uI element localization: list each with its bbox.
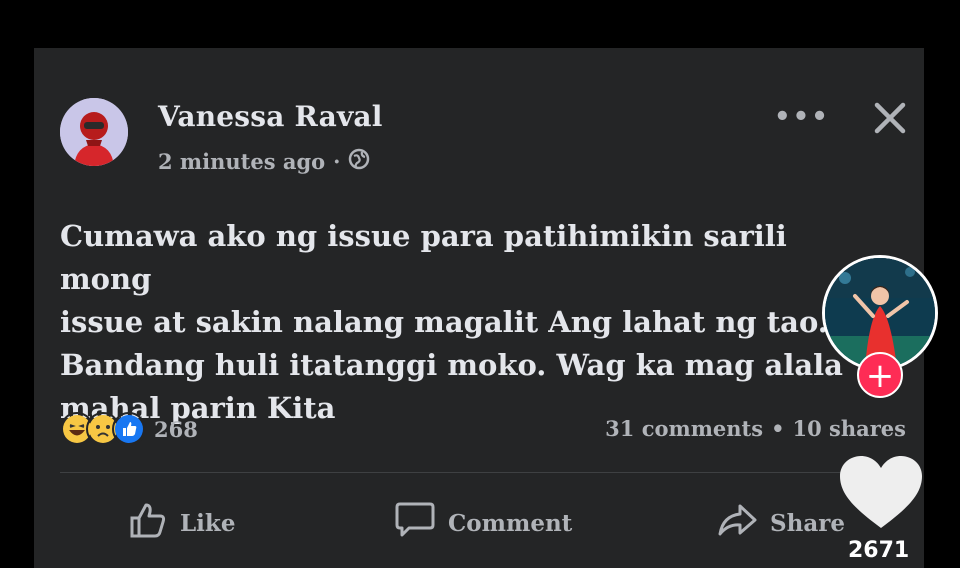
reaction-count: 268 xyxy=(154,416,198,442)
post-text-line: Bandang huli itatanggi moko. Wag ka mag … xyxy=(60,348,843,382)
post-text-line: Cumawa ako ng issue para patihimikin sar… xyxy=(60,219,787,296)
comment-label: Comment xyxy=(448,509,573,537)
share-button[interactable]: Share xyxy=(716,500,845,546)
globe-icon xyxy=(348,148,370,175)
post-text-line: issue at sakin nalang magalit Ang lahat … xyxy=(60,305,828,339)
follow-button[interactable]: + xyxy=(857,352,903,398)
like-label: Like xyxy=(180,509,236,537)
comments-count[interactable]: 31 comments xyxy=(605,416,763,441)
comment-bubble-icon xyxy=(394,500,436,546)
like-thumb-icon xyxy=(112,412,146,446)
share-label: Share xyxy=(770,509,845,537)
action-divider xyxy=(60,472,890,473)
post-stats: 31 comments • 10 shares xyxy=(605,416,906,441)
heart-icon[interactable] xyxy=(836,452,926,532)
author-avatar[interactable] xyxy=(60,98,128,166)
post-meta: 2 minutes ago · xyxy=(158,148,370,175)
like-count: 2671 xyxy=(848,538,910,563)
share-arrow-icon xyxy=(716,500,758,546)
meta-separator: · xyxy=(333,149,341,174)
reactions-summary[interactable]: 268 xyxy=(60,412,198,446)
stats-separator: • xyxy=(771,416,785,441)
like-button[interactable]: Like xyxy=(128,500,235,546)
thumbs-up-icon xyxy=(128,500,168,546)
post-time[interactable]: 2 minutes ago xyxy=(158,149,325,174)
post-text: Cumawa ako ng issue para patihimikin sar… xyxy=(60,215,860,430)
author-name[interactable]: Vanessa Raval xyxy=(158,100,383,133)
comment-button[interactable]: Comment xyxy=(394,500,572,546)
shares-count[interactable]: 10 shares xyxy=(793,416,906,441)
more-options-icon[interactable]: ••• xyxy=(774,102,830,132)
close-icon[interactable] xyxy=(868,96,912,140)
